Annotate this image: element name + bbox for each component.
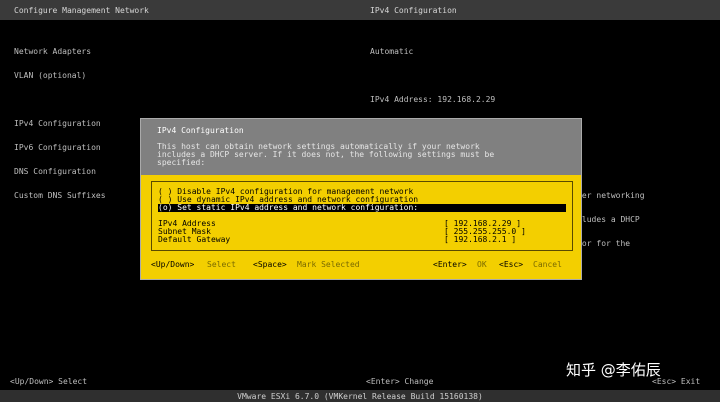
select-hint: <Up/Down> Select [10, 377, 88, 386]
menu-item-network-adapters[interactable]: Network Adapters [14, 48, 106, 56]
left-menu: Network Adapters VLAN (optional) IPv4 Co… [14, 32, 106, 208]
title-bar: Configure Management Network IPv4 Config… [0, 0, 720, 20]
screen-title: Configure Management Network [14, 6, 149, 15]
status-footer: VMware ESXi 6.7.0 (VMKernel Release Buil… [0, 390, 720, 402]
ipv4-address-readout: IPv4 Address: 192.168.2.29 [370, 95, 496, 104]
desc-line: includes a DHCP server. If it does not, … [157, 150, 495, 159]
default-gateway-label: Default Gateway [158, 235, 231, 244]
menu-item-dns[interactable]: DNS Configuration [14, 168, 106, 176]
dialog-title: IPv4 Configuration [157, 126, 244, 135]
menu-spacer [14, 96, 106, 104]
dialog-body: ( ) Disable IPv4 configuration for manag… [141, 175, 581, 279]
dialog-description: This host can obtain network settings au… [157, 143, 494, 167]
build-info: VMware ESXi 6.7.0 (VMKernel Release Buil… [237, 392, 483, 401]
zhihu-watermark: 知乎 @李佑辰 [566, 361, 661, 379]
menu-item-dns-suffixes[interactable]: Custom DNS Suffixes [14, 192, 106, 200]
mark-key-label: Mark Selected [297, 260, 360, 269]
dialog-header: IPv4 Configuration This host can obtain … [141, 119, 581, 175]
exit-hint: <Esc> Exit [652, 377, 701, 386]
cancel-button[interactable]: <Esc> [499, 261, 523, 269]
desc-line: specified: [157, 158, 206, 167]
ok-button-label[interactable]: OK [477, 261, 487, 269]
menu-item-ipv6[interactable]: IPv6 Configuration [14, 144, 106, 152]
ipv4-mode: Automatic [370, 47, 414, 56]
menu-item-vlan[interactable]: VLAN (optional) [14, 72, 106, 80]
ok-button[interactable]: <Enter> [433, 261, 467, 269]
options-box: ( ) Disable IPv4 configuration for manag… [151, 181, 573, 251]
select-key: <Up/Down> [151, 260, 195, 269]
select-key-label: Select [207, 260, 236, 269]
change-hint: <Enter> Change [366, 377, 434, 386]
ipv4-config-dialog: IPv4 Configuration This host can obtain … [140, 118, 582, 280]
cancel-button-label[interactable]: Cancel [533, 261, 562, 269]
mark-key: <Space> [253, 260, 287, 269]
default-gateway-field[interactable]: [ 192.168.2.1 ] [444, 236, 516, 244]
option-static-ipv4[interactable]: (o) Set static IPv4 address and network … [158, 204, 566, 212]
menu-item-ipv4[interactable]: IPv4 Configuration [14, 120, 106, 128]
panel-title: IPv4 Configuration [370, 6, 457, 15]
